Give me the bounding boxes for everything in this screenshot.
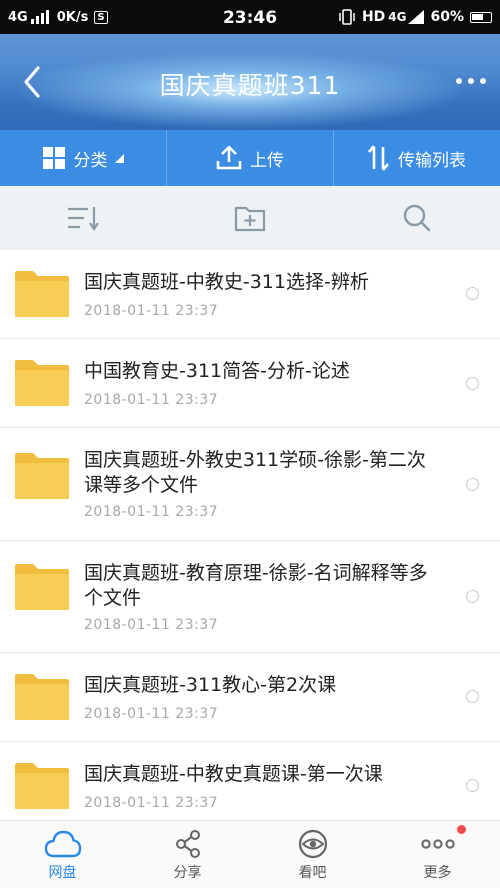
toolbar: 分类 上传 传输列表 bbox=[0, 130, 500, 186]
more-dots-icon bbox=[420, 839, 455, 849]
nav-label: 网盘 bbox=[48, 865, 77, 881]
status-right: HD 4G 60% bbox=[338, 0, 492, 34]
list-item[interactable]: 国庆真题班-中教史-311选择-辨析 2018-01-11 23:37 bbox=[0, 250, 500, 339]
upload-label: 上传 bbox=[250, 150, 284, 171]
file-list: 国庆真题班-中教史-311选择-辨析 2018-01-11 23:37 中国教育… bbox=[0, 250, 500, 820]
select-radio[interactable] bbox=[466, 377, 479, 390]
folder-icon bbox=[15, 271, 69, 317]
select-radio[interactable] bbox=[466, 478, 479, 491]
file-date: 2018-01-11 23:37 bbox=[84, 392, 219, 408]
battery-percent: 60% bbox=[430, 9, 464, 25]
signal-icon-2 bbox=[408, 10, 425, 24]
file-name: 国庆真题班-中教史-311选择-辨析 bbox=[84, 271, 369, 293]
file-name: 中国教育史-311简答-分析-论述 bbox=[84, 360, 350, 382]
upload-icon bbox=[216, 146, 242, 170]
eye-icon bbox=[298, 829, 327, 859]
vibrate-icon bbox=[339, 9, 355, 25]
status-bar: 4G 0K/s S 23:46 HD 4G 60% bbox=[0, 0, 500, 34]
nav-item-watch[interactable]: 看吧 bbox=[250, 821, 375, 888]
new-folder-button[interactable] bbox=[167, 186, 334, 250]
dropdown-triangle-icon bbox=[114, 154, 124, 163]
page-title: 国庆真题班311 bbox=[159, 71, 341, 100]
upload-button[interactable]: 上传 bbox=[167, 130, 334, 186]
list-item[interactable]: 国庆真题班-311教心-第2次课 2018-01-11 23:37 bbox=[0, 653, 500, 742]
select-radio[interactable] bbox=[466, 779, 479, 792]
file-date: 2018-01-11 23:37 bbox=[84, 706, 219, 722]
new-folder-icon bbox=[234, 206, 266, 232]
cloud-icon bbox=[44, 830, 81, 858]
list-item[interactable]: 国庆真题班-中教史真题课-第一次课 2018-01-11 23:37 bbox=[0, 742, 500, 820]
nav-label: 更多 bbox=[423, 865, 452, 881]
nav-item-more[interactable]: 更多 bbox=[375, 821, 500, 888]
file-name: 国庆真题班-311教心-第2次课 bbox=[84, 674, 337, 696]
list-item[interactable]: 中国教育史-311简答-分析-论述 2018-01-11 23:37 bbox=[0, 339, 500, 428]
file-name: 国庆真题班-教育原理-徐影-名词解释等多个文件 bbox=[84, 562, 428, 609]
list-item[interactable]: 国庆真题班-外教史311学硕-徐影-第二次课等多个文件 2018-01-11 2… bbox=[0, 428, 500, 541]
select-radio[interactable] bbox=[466, 690, 479, 703]
folder-icon bbox=[15, 453, 69, 499]
hd-label: HD bbox=[361, 9, 386, 25]
header-bar: 国庆真题班311 bbox=[0, 34, 500, 130]
battery-icon bbox=[470, 11, 492, 23]
folder-icon bbox=[15, 763, 69, 809]
category-label: 分类 bbox=[73, 150, 108, 171]
file-date: 2018-01-11 23:37 bbox=[84, 303, 219, 319]
category-button[interactable]: 分类 bbox=[0, 130, 167, 186]
sort-icon bbox=[68, 207, 100, 231]
list-item[interactable]: 国庆真题班-教育原理-徐影-名词解释等多个文件 2018-01-11 23:37 bbox=[0, 541, 500, 653]
search-icon bbox=[403, 204, 430, 232]
share-icon bbox=[175, 830, 200, 858]
more-options-icon[interactable] bbox=[456, 74, 486, 88]
file-date: 2018-01-11 23:37 bbox=[84, 504, 219, 520]
bottom-nav: 网盘 分享 看吧 更多 bbox=[0, 820, 500, 888]
file-name: 国庆真题班-中教史真题课-第一次课 bbox=[84, 763, 383, 785]
file-date: 2018-01-11 23:37 bbox=[84, 617, 219, 633]
nav-label: 分享 bbox=[173, 865, 202, 881]
nav-item-netdisk[interactable]: 网盘 bbox=[0, 821, 125, 888]
search-button[interactable] bbox=[333, 186, 500, 250]
transfer-list-label: 传输列表 bbox=[398, 150, 466, 171]
grid-icon bbox=[42, 147, 65, 169]
file-name: 国庆真题班-外教史311学硕-徐影-第二次课等多个文件 bbox=[84, 449, 426, 496]
transfer-arrows-icon bbox=[368, 145, 389, 171]
nav-label: 看吧 bbox=[298, 865, 327, 881]
select-radio[interactable] bbox=[466, 287, 479, 300]
sort-button[interactable] bbox=[0, 186, 167, 250]
folder-icon bbox=[15, 360, 69, 406]
folder-icon bbox=[15, 564, 69, 610]
network-type-2: 4G bbox=[388, 10, 407, 24]
nav-item-share[interactable]: 分享 bbox=[125, 821, 250, 888]
action-row bbox=[0, 186, 500, 250]
transfer-list-button[interactable]: 传输列表 bbox=[334, 130, 500, 186]
notification-dot bbox=[457, 825, 466, 834]
folder-icon bbox=[15, 674, 69, 720]
file-date: 2018-01-11 23:37 bbox=[84, 795, 219, 811]
select-radio[interactable] bbox=[466, 590, 479, 603]
